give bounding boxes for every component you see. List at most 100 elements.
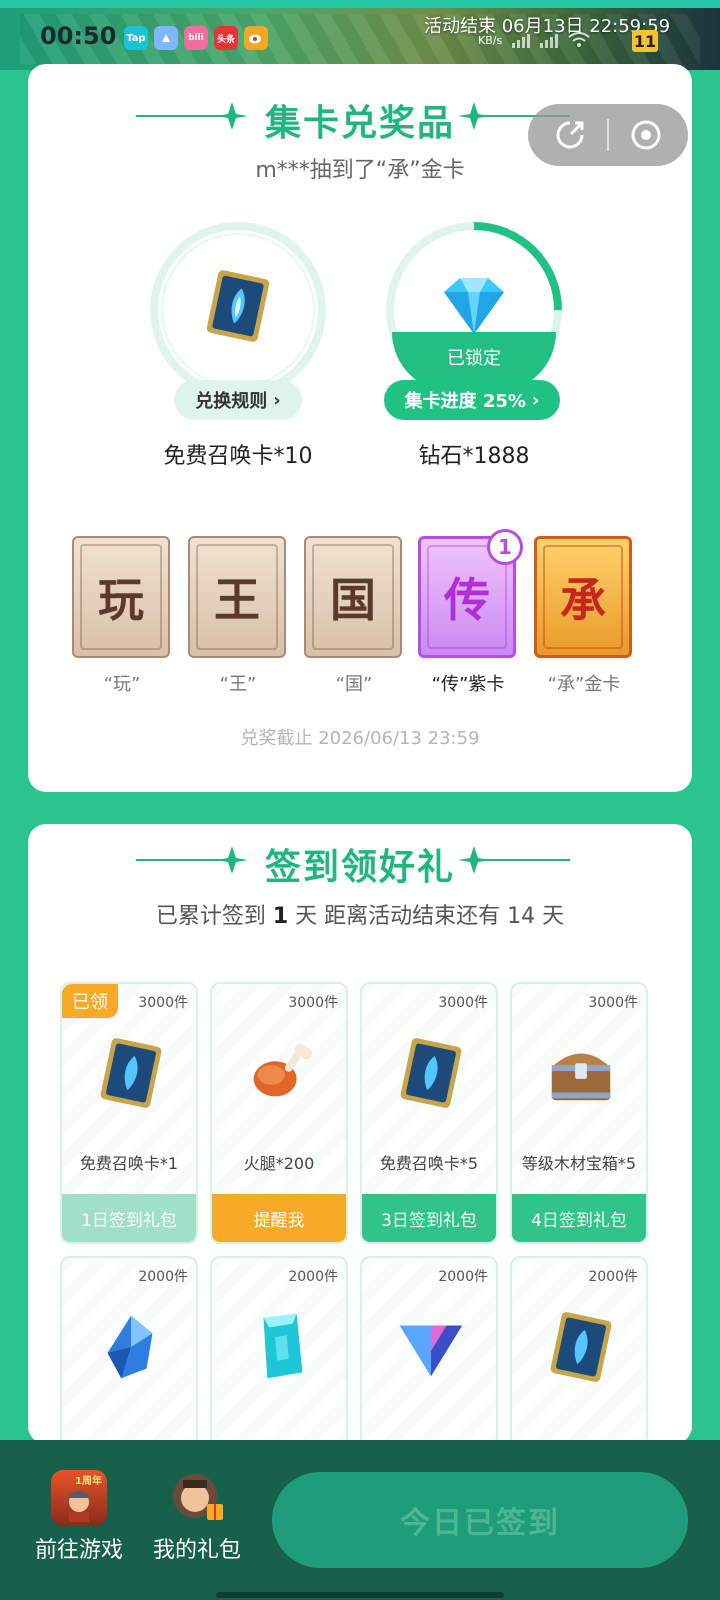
blue-crystal-icon bbox=[107, 1315, 153, 1379]
signal-icon-2 bbox=[540, 32, 559, 48]
redeem-deadline: 兑奖截止 2026/06/13 23:59 bbox=[240, 728, 480, 749]
chevron-right-icon: › bbox=[273, 389, 281, 411]
gift-stock: 3000件 bbox=[588, 995, 638, 1011]
bilibili-app-icon: bili bbox=[184, 26, 208, 50]
net-speed-text: KB/s bbox=[478, 33, 503, 47]
bottom-action-bar: 1周年 前往游戏 我的礼包 今日已签到 bbox=[0, 1440, 720, 1600]
signin-summary: 已累计签到 1 天 距离活动结束还有 14 天 bbox=[28, 898, 692, 930]
gift-card-day1[interactable]: 已领 3000件 免费召唤卡*1 1日签到礼包 bbox=[60, 982, 198, 1244]
collect-card-wang[interactable]: 王 “王” bbox=[188, 536, 288, 696]
card-count-badge: 1 bbox=[487, 529, 523, 565]
gift-stock: 3000件 bbox=[288, 995, 338, 1011]
summary-days: 1 bbox=[272, 904, 289, 929]
gift-stock: 2000件 bbox=[138, 1269, 188, 1285]
warrior-icon bbox=[67, 1491, 91, 1522]
claimed-badge: 已领 bbox=[62, 984, 118, 1018]
card-label: “传”紫卡 bbox=[431, 674, 505, 695]
go-to-game-button[interactable]: 1周年 前往游戏 bbox=[24, 1470, 134, 1564]
summon-card-icon bbox=[400, 1038, 462, 1108]
day3-gift-button[interactable]: 3日签到礼包 bbox=[362, 1194, 496, 1242]
summary-suffix: 天 距离活动结束还有 14 天 bbox=[295, 904, 565, 929]
share-button[interactable] bbox=[550, 115, 590, 155]
prize-name-diamond: 钻石*1888 bbox=[418, 444, 530, 469]
card-face: 玩 bbox=[72, 536, 170, 658]
collect-card-panel: 集卡兑奖品 m***抽到了“承”金卡 兑换规则 › 免费召唤卡*10 已锁定 集… bbox=[28, 64, 692, 792]
remind-me-button[interactable]: 提醒我 bbox=[212, 1194, 346, 1242]
status-indicators: KB/s bbox=[478, 32, 590, 48]
card-face: 王 bbox=[188, 536, 286, 658]
crystal-block-icon bbox=[263, 1313, 303, 1379]
chevron-right-icon: › bbox=[531, 389, 540, 411]
signed-today-button[interactable]: 今日已签到 bbox=[272, 1472, 688, 1568]
my-gifts-label: 我的礼包 bbox=[152, 1538, 241, 1563]
collect-progress-label: 集卡进度 25% bbox=[404, 391, 526, 412]
collect-progress-button[interactable]: 集卡进度 25% › bbox=[384, 380, 560, 420]
taptap-app-icon: Tap bbox=[124, 26, 148, 50]
gift-stock: 2000件 bbox=[588, 1269, 638, 1285]
status-time: 00:50 bbox=[40, 22, 117, 50]
summon-card-icon bbox=[550, 1312, 612, 1382]
gift-card-day3[interactable]: 3000件 免费召唤卡*5 3日签到礼包 bbox=[360, 982, 498, 1244]
game-app-icon: 1周年 bbox=[51, 1470, 107, 1526]
summon-card-icon bbox=[206, 270, 270, 342]
card-face: 传 1 bbox=[418, 529, 523, 658]
gift-name: 免费召唤卡*1 bbox=[79, 1154, 179, 1173]
locked-label: 已锁定 bbox=[447, 348, 501, 369]
anniversary-badge: 1周年 bbox=[75, 1476, 102, 1487]
gift-card-day7[interactable]: 2000件 bbox=[360, 1256, 498, 1444]
signin-title: 签到领好礼 bbox=[264, 847, 455, 888]
signal-icon bbox=[512, 32, 531, 48]
gift-stock: 3000件 bbox=[138, 995, 188, 1011]
go-to-game-label: 前往游戏 bbox=[34, 1538, 123, 1563]
card-label: “王” bbox=[219, 674, 257, 695]
status-app-icons: Tap bili 头条 bbox=[124, 26, 268, 50]
prize-name-summon: 免费召唤卡*10 bbox=[163, 444, 313, 469]
home-indicator[interactable] bbox=[216, 1592, 504, 1598]
gift-card-day4[interactable]: 3000件 等级木材宝箱*5 4日签到礼包 bbox=[510, 982, 648, 1244]
wifi-icon bbox=[568, 32, 590, 47]
treasure-chest-icon bbox=[551, 1053, 611, 1101]
gift-card-day6[interactable]: 2000件 bbox=[210, 1256, 348, 1444]
battery-icon: 11 bbox=[632, 30, 658, 52]
gift-stock: 2000件 bbox=[438, 1269, 488, 1285]
gift-stock: 3000件 bbox=[438, 995, 488, 1011]
prize-summon-ring[interactable] bbox=[148, 220, 328, 400]
title-right-sparkle-icon bbox=[458, 846, 570, 874]
shield-gem-icon bbox=[399, 1325, 463, 1377]
target-close-icon bbox=[631, 120, 661, 150]
summary-prefix: 已累计签到 bbox=[155, 904, 266, 929]
gift-card-day8[interactable]: 2000件 bbox=[510, 1256, 648, 1444]
card-label: “国” bbox=[335, 674, 373, 695]
collect-card-cheng[interactable]: 承 “承”金卡 bbox=[534, 536, 634, 696]
mini-app-icon bbox=[154, 26, 178, 50]
capsule-divider bbox=[606, 119, 609, 151]
card-face: 承 bbox=[534, 536, 632, 658]
collect-card-wan[interactable]: 玩 “玩” bbox=[72, 536, 172, 696]
collect-card-chuan[interactable]: 传 1 “传”紫卡 bbox=[418, 529, 523, 696]
summon-card-icon bbox=[100, 1038, 162, 1108]
card-label: “玩” bbox=[103, 674, 141, 695]
toutiao-app-icon: 头条 bbox=[214, 26, 238, 50]
signin-panel: 签到领好礼 已累计签到 1 天 距离活动结束还有 14 天 已领 3000件 免… bbox=[28, 824, 692, 1444]
collect-card-guo[interactable]: 国 “国” bbox=[304, 536, 404, 696]
gift-card-day2[interactable]: 3000件 火腿*200 提醒我 bbox=[210, 982, 348, 1244]
card-face: 国 bbox=[304, 536, 402, 658]
ham-icon bbox=[253, 1043, 313, 1097]
exchange-rules-button[interactable]: 兑换规则 › bbox=[174, 380, 302, 420]
prize-diamond-ring[interactable]: 已锁定 bbox=[384, 220, 564, 400]
my-gifts-button[interactable]: 我的礼包 bbox=[142, 1470, 252, 1564]
my-gifts-icon bbox=[169, 1470, 225, 1526]
gift-name: 火腿*200 bbox=[243, 1154, 315, 1173]
exchange-rules-label: 兑换规则 bbox=[195, 391, 268, 412]
weibo-app-icon bbox=[244, 26, 268, 50]
gift-card-day5[interactable]: 2000件 bbox=[60, 1256, 198, 1444]
gift-stock: 2000件 bbox=[288, 1269, 338, 1285]
mini-program-capsule bbox=[528, 104, 688, 166]
close-mini-program-button[interactable] bbox=[626, 115, 666, 155]
gift-name: 免费召唤卡*5 bbox=[379, 1154, 479, 1173]
card-label: “承”金卡 bbox=[547, 674, 621, 695]
day4-gift-button[interactable]: 4日签到礼包 bbox=[512, 1194, 646, 1242]
day1-gift-button[interactable]: 1日签到礼包 bbox=[62, 1194, 196, 1242]
gift-name: 等级木材宝箱*5 bbox=[521, 1154, 637, 1173]
share-icon bbox=[556, 121, 584, 149]
